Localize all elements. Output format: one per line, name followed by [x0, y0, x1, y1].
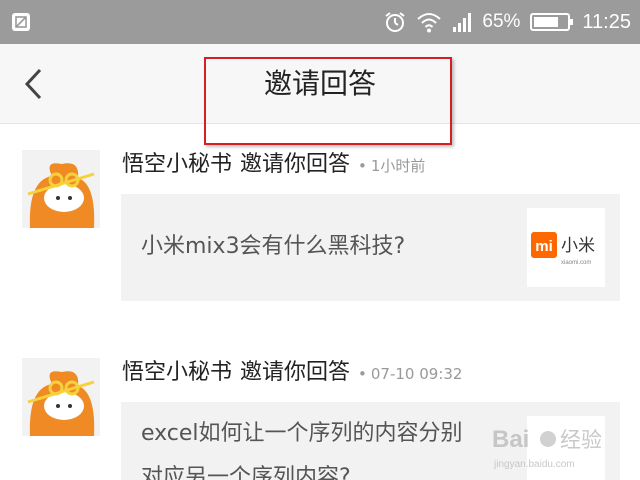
- author-name[interactable]: 悟空小秘书: [122, 152, 232, 177]
- mi-mark: mi: [535, 238, 553, 255]
- question-thumbnail: mi 小米 xiaomi.com: [527, 208, 605, 287]
- xiaomi-logo-sub: xiaomi.com: [561, 260, 591, 266]
- title-bar: 邀请回答: [0, 44, 640, 145]
- alarm-icon: [385, 12, 405, 32]
- separator-dot: •: [358, 157, 367, 175]
- question-text-line-2: 对应另一个序列内容?: [141, 465, 351, 480]
- question-text: 小米mix3会有什么黑科技?: [141, 234, 406, 259]
- screenshot-notification-icon: [12, 13, 30, 31]
- battery-icon: [530, 13, 574, 31]
- status-bar: 65% 11:25: [0, 0, 640, 44]
- invite-action-text: 邀请你回答: [240, 360, 351, 385]
- status-time: 11:25: [582, 10, 631, 33]
- annotation-highlight-box: [204, 57, 452, 145]
- invite-action-text: 邀请你回答: [240, 152, 351, 177]
- xiaomi-logo-icon: mi 小米 xiaomi.com: [531, 232, 595, 266]
- avatar[interactable]: [22, 150, 100, 228]
- item-header: 悟空小秘书 邀请你回答 • 1小时前: [122, 150, 425, 181]
- timestamp: 1小时前: [370, 157, 426, 175]
- list-item[interactable]: 悟空小秘书 邀请你回答 • 1小时前 小米mix3会有什么黑科技? mi 小米 xia…: [0, 150, 640, 305]
- signal-icon: [453, 13, 472, 32]
- avatar[interactable]: [22, 358, 100, 436]
- separator-dot: •: [358, 365, 367, 383]
- battery-percent: 65%: [482, 11, 521, 32]
- question-text-line-1: excel如何让一个序列的内容分别: [141, 421, 463, 446]
- question-card[interactable]: 小米mix3会有什么黑科技? mi 小米 xiaomi.com: [121, 194, 620, 301]
- xiaomi-logo-text: 小米: [561, 236, 595, 256]
- author-name[interactable]: 悟空小秘书: [122, 360, 232, 385]
- watermark-sub: jingyan.baidu.com: [493, 459, 575, 470]
- timestamp: 07-10 09:32: [370, 365, 463, 383]
- watermark-text-1: Bai: [492, 426, 529, 453]
- wifi-icon: [417, 13, 442, 33]
- baidu-jingyan-watermark: Bai 经验 jingyan.baidu.com: [490, 415, 620, 480]
- watermark-text-2: 经验: [560, 428, 602, 452]
- item-header: 悟空小秘书 邀请你回答 • 07-10 09:32: [122, 358, 462, 389]
